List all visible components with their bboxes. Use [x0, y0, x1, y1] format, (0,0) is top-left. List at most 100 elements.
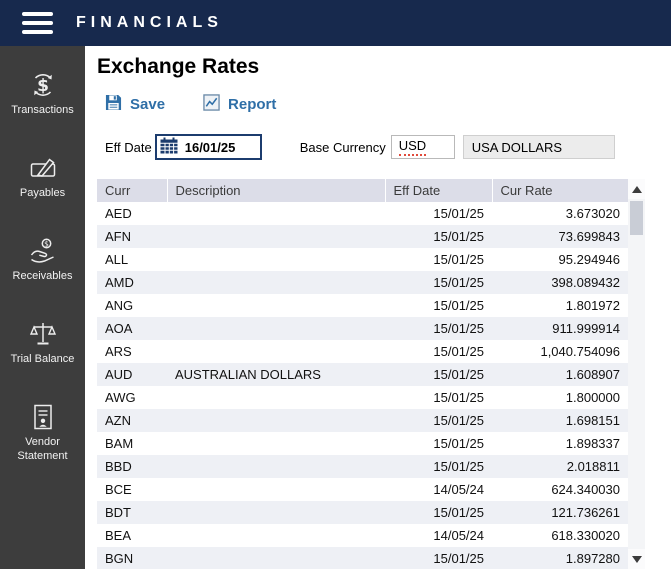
menu-button[interactable]: [22, 12, 53, 34]
sidebar-item-label: Trial Balance: [10, 353, 75, 365]
table-row[interactable]: AZN 15/01/25 1.698151: [97, 409, 628, 432]
cell-description: [167, 225, 385, 248]
calendar-icon[interactable]: [160, 137, 178, 157]
scroll-up-arrow-icon: [631, 185, 642, 193]
cell-description: [167, 340, 385, 363]
cell-description: [167, 501, 385, 524]
receivables-hand-icon: $: [28, 236, 58, 266]
column-header-eff-date[interactable]: Eff Date: [384, 179, 492, 202]
cell-description: [167, 202, 385, 225]
report-chart-icon: [203, 94, 220, 115]
cell-curr: ANG: [105, 298, 134, 313]
cell-eff-date: 15/01/25: [433, 505, 484, 520]
sidebar-item-payables[interactable]: Payables: [0, 153, 85, 200]
page-title: Exchange Rates: [97, 55, 260, 78]
app-window: FINANCIALS $ Transactions Payables $ Rec…: [0, 0, 671, 569]
cell-description: [167, 271, 385, 294]
rates-table-area: Curr Description Eff Date Cur Rate AED 15…: [97, 179, 671, 569]
sidebar: $ Transactions Payables $ Receivables Tr…: [0, 46, 85, 569]
table-row[interactable]: BCE 14/05/24 624.340030: [97, 478, 628, 501]
scroll-down-button[interactable]: [628, 549, 645, 569]
sidebar-item-label: Payables: [19, 187, 66, 199]
cell-eff-date: 15/01/25: [433, 551, 484, 566]
column-header-cur-rate[interactable]: Cur Rate: [491, 179, 628, 202]
eff-date-field: [154, 134, 262, 160]
sidebar-item-label: Receivables: [12, 270, 73, 282]
cell-cur-rate: 1,040.754096: [540, 344, 620, 359]
save-button[interactable]: Save: [105, 94, 165, 115]
cell-eff-date: 15/01/25: [433, 436, 484, 451]
table-row[interactable]: BEA 14/05/24 618.330020: [97, 524, 628, 547]
vertical-scrollbar[interactable]: [628, 179, 645, 569]
cell-curr: ARS: [105, 344, 132, 359]
filter-form: Eff Date 16/01/25 Base Currency USD USA …: [105, 134, 671, 160]
cell-description: [167, 294, 385, 317]
base-currency-input[interactable]: USD: [390, 135, 455, 159]
cell-curr: AWG: [105, 390, 136, 405]
cell-cur-rate: 624.340030: [551, 482, 620, 497]
table-row[interactable]: AED 15/01/25 3.673020: [97, 202, 628, 225]
scroll-up-button[interactable]: [628, 179, 645, 199]
app-title: FINANCIALS: [76, 14, 223, 31]
cell-eff-date: 15/01/25: [433, 229, 484, 244]
cell-curr: AUD: [105, 367, 133, 382]
cell-description: [167, 248, 385, 271]
sidebar-item-vendor-statement[interactable]: Vendor Statement: [0, 402, 85, 463]
cell-cur-rate: 121.736261: [551, 505, 620, 520]
cell-curr: ALL: [105, 252, 129, 267]
cell-eff-date: 15/01/25: [433, 298, 484, 313]
cell-curr: AZN: [105, 413, 131, 428]
cell-curr: AMD: [105, 275, 134, 290]
cell-eff-date: 15/01/25: [433, 390, 484, 405]
rates-table-body: AED 15/01/25 3.673020 AFN 15/01/25 73.699843 A…: [97, 202, 628, 569]
base-currency-code: USD: [398, 138, 427, 156]
sidebar-item-trial-balance[interactable]: Trial Balance: [0, 319, 85, 366]
trial-balance-scale-icon: [28, 319, 58, 349]
cell-eff-date: 15/01/25: [433, 321, 484, 336]
eff-date-input[interactable]: [177, 139, 256, 155]
cell-cur-rate: 1.898337: [565, 436, 620, 451]
scrollbar-thumb[interactable]: [630, 201, 643, 235]
column-header-curr[interactable]: Curr: [97, 179, 167, 202]
payables-edit-icon: [28, 153, 58, 183]
cell-description: [167, 409, 385, 432]
table-header-row: Curr Description Eff Date Cur Rate: [97, 179, 628, 202]
sidebar-item-transactions[interactable]: $ Transactions: [0, 70, 85, 117]
cell-cur-rate: 911.999914: [552, 321, 620, 336]
report-button[interactable]: Report: [203, 94, 276, 115]
table-row[interactable]: BDT 15/01/25 121.736261: [97, 501, 628, 524]
table-row[interactable]: ANG 15/01/25 1.801972: [97, 294, 628, 317]
base-currency-name-field: USA DOLLARS: [462, 135, 615, 159]
table-row[interactable]: AOA 15/01/25 911.999914: [97, 317, 628, 340]
table-row[interactable]: AFN 15/01/25 73.699843: [97, 225, 628, 248]
cell-eff-date: 14/05/24: [433, 528, 484, 543]
cell-eff-date: 14/05/24: [433, 482, 484, 497]
table-row[interactable]: AMD 15/01/25 398.089432: [97, 271, 628, 294]
column-header-description[interactable]: Description: [166, 179, 385, 202]
scrollbar-track[interactable]: [628, 199, 645, 549]
cell-cur-rate: 1.800000: [565, 390, 620, 405]
sidebar-item-label: Transactions: [11, 104, 74, 116]
table-row[interactable]: BAM 15/01/25 1.898337: [97, 432, 628, 455]
cell-eff-date: 15/01/25: [433, 367, 484, 382]
svg-text:$: $: [44, 239, 49, 248]
cell-description: [167, 432, 385, 455]
cell-curr: BAM: [105, 436, 134, 451]
cell-eff-date: 15/01/25: [433, 252, 484, 267]
table-row[interactable]: AUD AUSTRALIAN DOLLARS 15/01/25 1.608907: [97, 363, 628, 386]
cell-cur-rate: 1.801972: [565, 298, 620, 313]
table-row[interactable]: AWG 15/01/25 1.800000: [97, 386, 628, 409]
cell-description: [167, 478, 385, 501]
eff-date-label: Eff Date: [105, 139, 152, 155]
table-row[interactable]: ALL 15/01/25 95.294946: [97, 248, 628, 271]
cell-curr: BGN: [105, 551, 134, 566]
table-row[interactable]: BGN 15/01/25 1.897280: [97, 547, 628, 569]
cell-eff-date: 15/01/25: [433, 413, 484, 428]
cell-eff-date: 15/01/25: [433, 344, 484, 359]
cell-description: [167, 524, 385, 547]
table-row[interactable]: ARS 15/01/25 1,040.754096: [97, 340, 628, 363]
sidebar-item-receivables[interactable]: $ Receivables: [0, 236, 85, 283]
cell-cur-rate: 1.698151: [565, 413, 620, 428]
table-row[interactable]: BBD 15/01/25 2.018811: [97, 455, 628, 478]
save-button-label: Save: [130, 96, 166, 113]
